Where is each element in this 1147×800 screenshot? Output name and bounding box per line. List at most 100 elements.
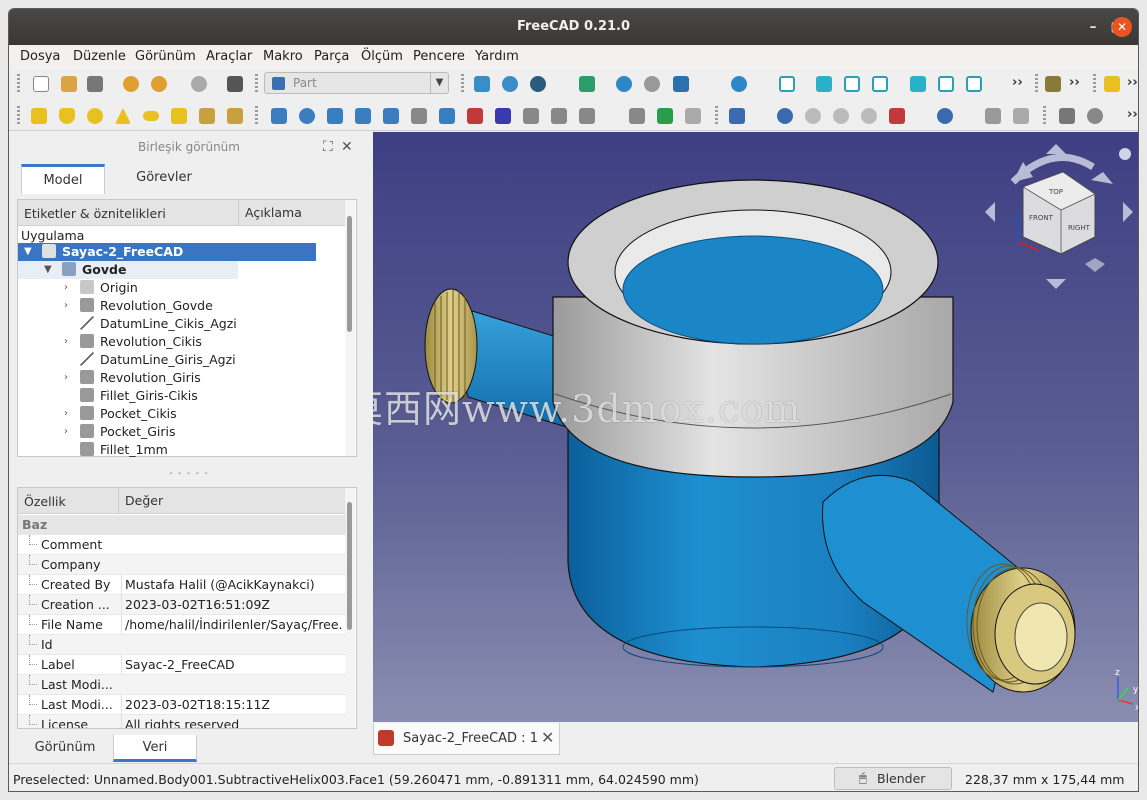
bounding-box-icon[interactable] <box>579 76 595 92</box>
tab-model[interactable]: Model <box>21 164 105 194</box>
tree-item-revolution-giris[interactable]: › Revolution_Giris <box>18 369 201 387</box>
menu-olcum[interactable]: Ölçüm <box>361 49 403 64</box>
defeaturing-icon[interactable] <box>1013 108 1029 124</box>
mirror-icon[interactable] <box>327 108 343 124</box>
menu-dosya[interactable]: Dosya <box>20 49 60 64</box>
tree-column-description[interactable]: Açıklama <box>238 200 302 226</box>
forward-arrow-icon[interactable] <box>644 76 660 92</box>
boolean-icon[interactable] <box>777 108 793 124</box>
cross-sections-icon[interactable] <box>551 108 567 124</box>
tree-item-body[interactable]: ▼ Govde <box>18 261 238 279</box>
cut-icon[interactable] <box>805 108 821 124</box>
tree-item-document[interactable]: ▼ Sayac-2_FreeCAD <box>18 243 316 261</box>
scrollbar-thumb[interactable] <box>347 502 352 630</box>
offset-icon[interactable] <box>579 108 595 124</box>
toolbar-overflow-icon[interactable]: ›› <box>1127 75 1138 90</box>
property-row[interactable]: Creation ... 2023-03-02T16:51:09Z <box>18 595 346 615</box>
tree-item-pocket-giris[interactable]: › Pocket_Giris <box>18 423 176 441</box>
menu-yardim[interactable]: Yardım <box>475 49 519 64</box>
measure-linear-icon[interactable] <box>1059 108 1075 124</box>
toolbar-grip[interactable] <box>715 106 718 126</box>
new-document-icon[interactable] <box>33 76 49 92</box>
tab-gorevler[interactable]: Görevler <box>119 164 209 194</box>
check-geometry-icon[interactable] <box>985 108 1001 124</box>
property-group[interactable]: Baz <box>18 515 346 535</box>
extrude-icon[interactable] <box>271 108 287 124</box>
property-row[interactable]: Last Modi... 2023-03-02T18:15:11Z <box>18 695 346 715</box>
toolbar-grip[interactable] <box>255 106 258 126</box>
compound-icon[interactable] <box>729 108 745 124</box>
tab-gorunum[interactable]: Görünüm <box>19 735 111 762</box>
property-row[interactable]: Last Modi... <box>18 675 346 695</box>
tree-item-revolution-cikis[interactable]: › Revolution_Cikis <box>18 333 202 351</box>
chevron-right-icon[interactable]: › <box>64 333 68 351</box>
front-view-icon[interactable] <box>816 76 832 92</box>
tree-item-datumline-cikis[interactable]: DatumLine_Cikis_Agzi <box>18 315 237 333</box>
chevron-down-icon[interactable]: ▼ <box>24 243 32 261</box>
workbench-selector[interactable]: Part ▼ <box>264 72 449 94</box>
tab-veri[interactable]: Veri <box>113 735 197 762</box>
chevron-right-icon[interactable]: › <box>64 405 68 423</box>
open-folder-icon[interactable] <box>61 76 77 92</box>
menu-gorunum[interactable]: Görünüm <box>135 49 196 64</box>
chevron-right-icon[interactable]: › <box>64 297 68 315</box>
toolbar-grip[interactable] <box>461 74 464 94</box>
back-arrow-icon[interactable] <box>616 76 632 92</box>
cube-icon[interactable] <box>31 108 47 124</box>
chevron-right-icon[interactable]: › <box>64 423 68 441</box>
revolve-icon[interactable] <box>299 108 315 124</box>
make-face-icon[interactable] <box>411 108 427 124</box>
fillet-icon[interactable] <box>355 108 371 124</box>
isometric-view-icon[interactable] <box>779 76 795 92</box>
property-row[interactable]: Created By Mustafa Halil (@AcikKaynakci) <box>18 575 346 595</box>
close-button[interactable]: ✕ <box>1112 17 1132 37</box>
whats-this-icon[interactable] <box>227 76 243 92</box>
tree-item-fillet-giris-cikis[interactable]: Fillet_Giris-Cikis <box>18 387 198 405</box>
scrollbar-thumb[interactable] <box>347 216 352 332</box>
menu-araclar[interactable]: Araçlar <box>206 49 252 64</box>
navigation-style-button[interactable]: 🖱 Blender <box>834 767 952 790</box>
tree-item-origin[interactable]: › Origin <box>18 279 138 297</box>
document-tab[interactable]: Sayac-2_FreeCAD : 1 ✕ <box>373 723 560 755</box>
sphere-icon[interactable] <box>87 108 103 124</box>
sweep-icon[interactable] <box>495 108 511 124</box>
navigation-cube[interactable]: TOP RIGHT FRONT <box>985 144 1133 289</box>
tree-item-revolution-govde[interactable]: › Revolution_Govde <box>18 297 213 315</box>
menu-pencere[interactable]: Pencere <box>413 49 465 64</box>
toolbar-overflow-icon[interactable]: ›› <box>1012 75 1023 90</box>
minimize-button[interactable]: – <box>1083 17 1103 37</box>
tree-item-pocket-cikis[interactable]: › Pocket_Cikis <box>18 405 177 423</box>
shape-builder-icon[interactable] <box>227 108 243 124</box>
toolbar-overflow-icon[interactable]: ›› <box>1069 75 1080 90</box>
property-row[interactable]: Company <box>18 555 346 575</box>
tree-item-datumline-giris[interactable]: DatumLine_Giris_Agzi <box>18 351 236 369</box>
thickness-icon[interactable] <box>629 108 645 124</box>
close-panel-icon[interactable]: ✕ <box>341 136 353 158</box>
chevron-right-icon[interactable]: › <box>64 369 68 387</box>
tube-icon[interactable] <box>171 108 187 124</box>
sync-view-icon[interactable] <box>673 76 689 92</box>
property-scrollbar[interactable] <box>345 488 355 728</box>
draw-style-icon[interactable] <box>530 76 546 92</box>
property-column-key[interactable]: Özellik <box>24 494 66 509</box>
tree-column-labels[interactable]: Etiketler & öznitelikleri <box>24 206 166 221</box>
property-row[interactable]: Comment <box>18 535 346 555</box>
rear-view-icon[interactable] <box>910 76 926 92</box>
tree-scrollbar[interactable] <box>345 200 355 456</box>
split-icon[interactable] <box>937 108 953 124</box>
common-icon[interactable] <box>861 108 877 124</box>
measure-refresh-icon[interactable] <box>1087 108 1103 124</box>
menu-parca[interactable]: Parça <box>314 49 349 64</box>
projection-icon[interactable] <box>657 108 673 124</box>
primitives-icon[interactable] <box>199 108 215 124</box>
left-view-icon[interactable] <box>966 76 982 92</box>
cone-icon[interactable] <box>115 108 131 124</box>
toolbar-grip[interactable] <box>17 106 20 126</box>
toolbar-grip[interactable] <box>1035 74 1038 94</box>
menu-makro[interactable]: Makro <box>263 49 303 64</box>
redo-icon[interactable] <box>151 76 167 92</box>
property-column-value[interactable]: Değer <box>118 488 163 514</box>
property-row[interactable]: Label Sayac-2_FreeCAD <box>18 655 346 675</box>
toolbar-grip[interactable] <box>1093 74 1096 94</box>
refresh-icon[interactable] <box>191 76 207 92</box>
